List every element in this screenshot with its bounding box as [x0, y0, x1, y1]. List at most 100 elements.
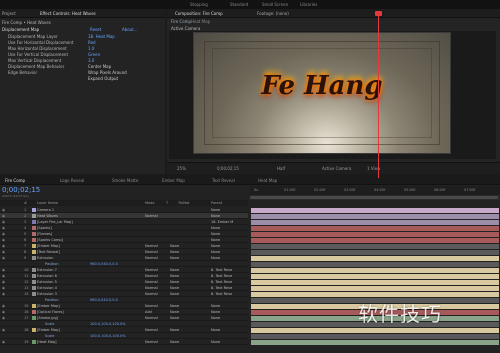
layer-name[interactable]: [Flames]: [37, 232, 81, 236]
layer-parent[interactable]: None: [211, 328, 220, 332]
layer-name[interactable]: Position: [45, 262, 89, 266]
visibility-eye-icon[interactable]: ◉: [2, 328, 6, 332]
layer-duration-bar[interactable]: [251, 339, 499, 345]
layer-name[interactable]: [Ember Map]: [37, 244, 81, 248]
label-color-chip[interactable]: [32, 238, 36, 242]
visibility-eye-icon[interactable]: ◉: [2, 286, 6, 290]
layer-name[interactable]: [Sparks]: [37, 226, 81, 230]
workspace-small-screen[interactable]: Small Screen: [262, 2, 288, 7]
timeline-tab[interactable]: Text Reveal: [212, 178, 235, 183]
viewer-canvas[interactable]: Fe Hang: [169, 31, 496, 159]
layer-duration-bar[interactable]: [251, 279, 499, 285]
layer-duration-bar[interactable]: [251, 213, 499, 219]
visibility-eye-icon[interactable]: ◉: [2, 214, 6, 218]
layer-duration-bar[interactable]: [251, 333, 499, 339]
zoom-dropdown[interactable]: 25%: [177, 166, 186, 171]
tab-footage[interactable]: Footage: (none): [257, 11, 289, 16]
tab-composition[interactable]: Composition: Fire Comp: [175, 11, 223, 16]
layer-parent[interactable]: 8. Text Reve: [211, 280, 232, 284]
layer-duration-bar[interactable]: [251, 327, 499, 333]
layer-name[interactable]: [Optical Flares]: [37, 310, 81, 314]
visibility-eye-icon[interactable]: ◉: [2, 292, 6, 296]
layer-parent[interactable]: None: [211, 304, 220, 308]
visibility-eye-icon[interactable]: ◉: [2, 316, 6, 320]
layer-parent[interactable]: None: [211, 310, 220, 314]
property-value[interactable]: 3.0: [88, 58, 94, 63]
layer-parent[interactable]: 8. Text Reve: [211, 292, 232, 296]
property-value[interactable]: Center Map: [88, 64, 111, 69]
layer-duration-bar[interactable]: [251, 291, 499, 297]
layer-name[interactable]: [Layer Fire_Lar Map]: [37, 220, 81, 224]
reset-link[interactable]: Reset: [90, 27, 101, 32]
layer-name[interactable]: [Ember Map]: [37, 328, 81, 332]
label-color-chip[interactable]: [32, 232, 36, 236]
label-color-chip[interactable]: [32, 340, 36, 344]
property-value[interactable]: Green: [88, 52, 100, 57]
layer-name[interactable]: Extrusion 6: [37, 274, 81, 278]
layer-parent[interactable]: 8. Text Reve: [211, 286, 232, 290]
layer-parent[interactable]: None: [211, 238, 220, 242]
layer-parent[interactable]: None: [211, 250, 220, 254]
label-color-chip[interactable]: [32, 274, 36, 278]
layer-name[interactable]: Camera 1: [37, 208, 81, 212]
property-value[interactable]: 18. Heat Map: [88, 34, 115, 39]
layer-name[interactable]: Position: [45, 298, 89, 302]
label-color-chip[interactable]: [32, 268, 36, 272]
visibility-eye-icon[interactable]: ◉: [2, 280, 6, 284]
current-time[interactable]: 0;00;02;15: [217, 166, 239, 171]
layer-parent[interactable]: 18. Ember M: [211, 220, 233, 224]
col-layer-name[interactable]: Layer Name: [37, 201, 58, 205]
layer-mode[interactable]: Normal: [145, 244, 158, 248]
layer-mode[interactable]: Normal: [145, 280, 158, 284]
property-value[interactable]: Wrap Pixels Around: [88, 70, 127, 75]
layer-parent[interactable]: None: [211, 256, 220, 260]
property-value[interactable]: Expand Output: [88, 76, 118, 81]
layer-parent[interactable]: 8. Text Reve: [211, 268, 232, 272]
layer-name[interactable]: Heat Waves: [37, 214, 81, 218]
visibility-eye-icon[interactable]: ◉: [2, 208, 6, 212]
layer-name[interactable]: Extrusion 3: [37, 292, 81, 296]
label-color-chip[interactable]: [32, 208, 36, 212]
resolution-dropdown[interactable]: Half: [277, 166, 285, 171]
timeline-tab[interactable]: Ember Map: [162, 178, 185, 183]
property-value[interactable]: 1.0: [88, 46, 94, 51]
layer-mode[interactable]: Normal: [145, 250, 158, 254]
layer-duration-bar[interactable]: [251, 237, 499, 243]
layer-name[interactable]: Extrusion 4: [37, 286, 81, 290]
tab-effect-controls[interactable]: Effect Controls: Heat Waves: [40, 11, 96, 16]
layer-duration-bar[interactable]: [251, 267, 499, 273]
timeline-tab[interactable]: Smoke Matte: [112, 178, 138, 183]
layer-parent[interactable]: None: [211, 208, 220, 212]
layer-parent[interactable]: 8. Text Reve: [211, 274, 232, 278]
property-value[interactable]: 100.0,100.0,100.0%: [90, 334, 126, 338]
layer-name[interactable]: Extrusion 5: [37, 280, 81, 284]
visibility-eye-icon[interactable]: ◉: [2, 340, 6, 344]
visibility-eye-icon[interactable]: ◉: [2, 220, 6, 224]
camera-dropdown[interactable]: Active Camera: [322, 166, 351, 171]
label-color-chip[interactable]: [32, 304, 36, 308]
visibility-eye-icon[interactable]: ◉: [2, 256, 6, 260]
layer-parent[interactable]: None: [211, 316, 220, 320]
layer-mode[interactable]: Normal: [145, 328, 158, 332]
timeline-tab[interactable]: Heat Map: [258, 178, 277, 183]
layer-mode[interactable]: Normal: [145, 268, 158, 272]
layer-name[interactable]: [Smoke.jpg]: [37, 316, 81, 320]
label-color-chip[interactable]: [32, 280, 36, 284]
layer-mode[interactable]: Normal: [145, 256, 158, 260]
layer-row[interactable]: ◉ 19 [Heat Map] Normal None None: [0, 339, 248, 345]
visibility-eye-icon[interactable]: ◉: [2, 238, 6, 242]
layer-parent[interactable]: None: [211, 244, 220, 248]
layer-name[interactable]: Extrusion: [37, 256, 81, 260]
label-color-chip[interactable]: [32, 316, 36, 320]
layer-mode[interactable]: Normal: [145, 292, 158, 296]
workspace-standard[interactable]: Standard: [230, 2, 248, 7]
layer-duration-bar[interactable]: [251, 255, 499, 261]
layer-mode[interactable]: Normal: [145, 286, 158, 290]
label-color-chip[interactable]: [32, 250, 36, 254]
timeline-tab[interactable]: Logo Reveal: [60, 178, 84, 183]
property-value[interactable]: Red: [88, 40, 96, 45]
visibility-eye-icon[interactable]: ◉: [2, 268, 6, 272]
layer-name[interactable]: [Heat Map]: [37, 340, 81, 344]
label-color-chip[interactable]: [32, 328, 36, 332]
label-color-chip[interactable]: [32, 244, 36, 248]
